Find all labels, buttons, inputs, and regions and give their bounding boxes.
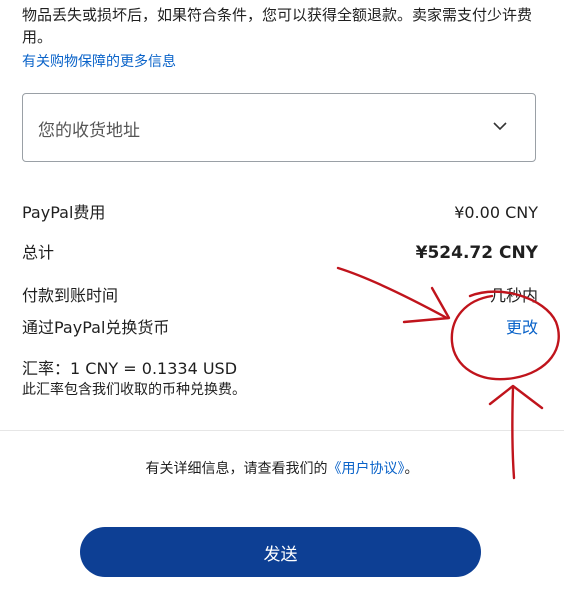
user-agreement-notice: 有关详细信息，请查看我们的《用户协议》。 xyxy=(0,458,564,480)
shipping-address-select[interactable]: 您的收货地址 xyxy=(22,93,536,162)
user-agreement-link[interactable]: 《用户协议》 xyxy=(328,461,405,477)
agreement-prefix: 有关详细信息，请查看我们的 xyxy=(145,461,328,477)
currency-conversion-label: 通过PayPal兑换货币 xyxy=(22,318,170,337)
total-row: 总计 ¥524.72 CNY xyxy=(22,241,538,265)
arrival-time-label: 付款到账时间 xyxy=(22,286,119,305)
annotation-arrowhead-bottom xyxy=(488,384,544,410)
chevron-down-icon xyxy=(493,122,507,131)
exchange-rate: 汇率：1 CNY = 0.1334 USD xyxy=(22,359,238,378)
send-button[interactable]: 发送 xyxy=(80,527,481,577)
total-value: ¥524.72 CNY xyxy=(415,243,538,263)
arrival-time-row: 付款到账时间 几秒内 xyxy=(22,284,538,308)
agreement-suffix: 。 xyxy=(404,461,419,477)
divider xyxy=(0,430,564,431)
total-label: 总计 xyxy=(22,243,55,262)
paypal-fee-row: PayPal费用 ¥0.00 CNY xyxy=(22,201,538,225)
paypal-fee-label: PayPal费用 xyxy=(22,203,106,222)
arrival-time-value: 几秒内 xyxy=(489,286,538,305)
currency-conversion-row: 通过PayPal兑换货币 更改 xyxy=(22,316,538,340)
change-conversion-link[interactable]: 更改 xyxy=(506,316,538,340)
exchange-rate-note: 此汇率包含我们收取的币种兑换费。 xyxy=(22,382,246,398)
shipping-address-placeholder: 您的收货地址 xyxy=(38,121,140,141)
buyer-protection-link[interactable]: 有关购物保障的更多信息 xyxy=(22,52,176,72)
buyer-protection-text: 物品丢失或损坏后，如果符合条件，您可以获得全额退款。卖家需支付少许费用。 xyxy=(22,6,533,46)
paypal-fee-value: ¥0.00 CNY xyxy=(454,203,538,222)
